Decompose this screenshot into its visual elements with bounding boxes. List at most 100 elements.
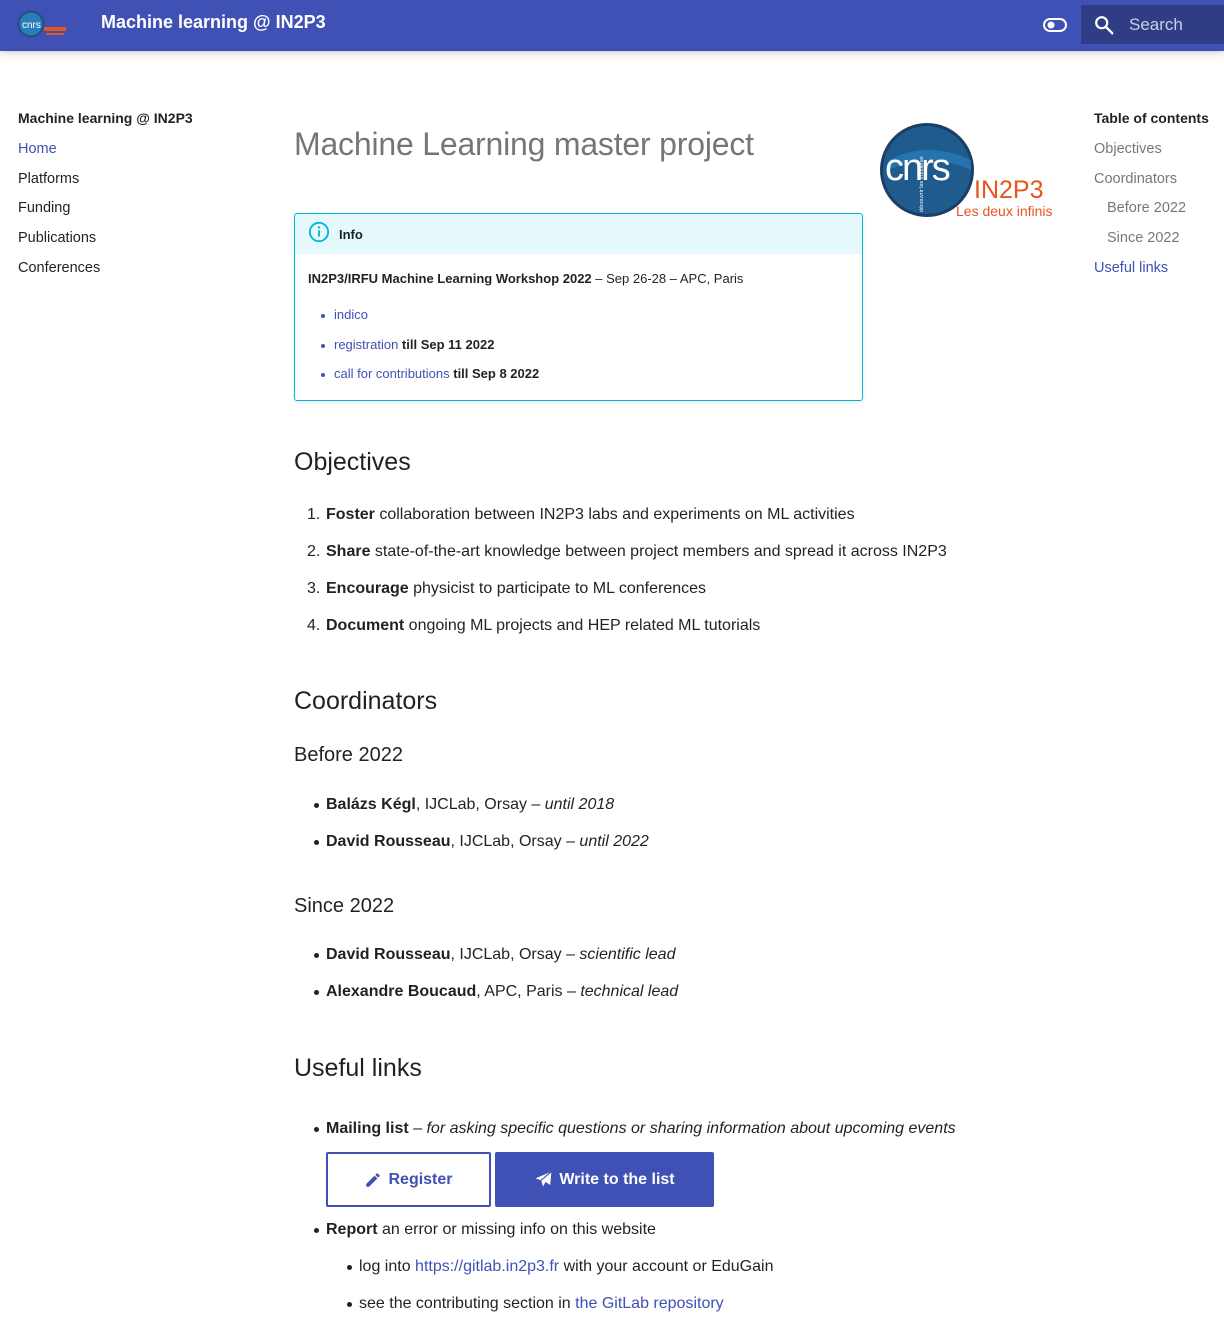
- site-title[interactable]: Machine learning @ IN2P3: [101, 12, 326, 33]
- workshop-line: IN2P3/IRFU Machine Learning Workshop 202…: [308, 271, 849, 295]
- objective-text: state-of-the-art knowledge between proje…: [370, 543, 947, 560]
- svg-text:découvrir les frontières: découvrir les frontières: [919, 156, 925, 212]
- workshop-name: IN2P3/IRFU Machine Learning Workshop 202…: [308, 271, 592, 286]
- nav-item-home[interactable]: Home: [18, 140, 248, 170]
- since-2022-list: David Rousseau, IJCLab, Orsay – scientif…: [294, 945, 1054, 1019]
- objective-keyword: Share: [326, 543, 371, 560]
- coordinator-item: David Rousseau, IJCLab, Orsay – until 20…: [294, 832, 1054, 869]
- objective-text: ongoing ML projects and HEP related ML t…: [404, 617, 761, 634]
- nav-item-platforms[interactable]: Platforms: [18, 170, 248, 200]
- svg-text:cnrs: cnrs: [885, 147, 950, 189]
- svg-text:IN2P3: IN2P3: [974, 176, 1043, 204]
- coordinator-name: David Rousseau: [326, 833, 451, 850]
- gitlab-link[interactable]: https://gitlab.in2p3.fr: [415, 1258, 559, 1275]
- coordinator-item: Alexandre Boucaud, APC, Paris – technica…: [294, 982, 1054, 1019]
- info-icon: [308, 221, 330, 248]
- toc-item-useful-links[interactable]: Useful links: [1094, 259, 1224, 289]
- subitem-text: log into: [359, 1258, 416, 1275]
- subitem-text: see the contributing section in: [359, 1295, 576, 1312]
- objective-item: 3. Encourage physicist to participate to …: [294, 579, 1054, 616]
- report-subitem: log into https://gitlab.in2p3.fr with yo…: [294, 1257, 1054, 1294]
- admonition-header: Info: [295, 214, 862, 254]
- register-button[interactable]: Register: [326, 1152, 491, 1207]
- contributions-deadline: till Sep 8 2022: [449, 366, 540, 381]
- search-input[interactable]: [1129, 5, 1224, 44]
- nav-item-publications[interactable]: Publications: [18, 229, 248, 259]
- admonition-body: IN2P3/IRFU Machine Learning Workshop 202…: [295, 254, 862, 396]
- objectives-heading: Objectives: [294, 448, 411, 476]
- before-2022-heading: Before 2022: [294, 744, 403, 766]
- objective-item: 2. Share state-of-the-art knowledge betwe…: [294, 542, 1054, 579]
- register-label: Register: [388, 1170, 453, 1188]
- report-list: Report an error or missing info on this …: [294, 1220, 1054, 1331]
- objective-keyword: Foster: [326, 506, 375, 523]
- search-icon: [1093, 14, 1115, 36]
- primary-nav: Machine learning @ IN2P3 Home Platforms …: [18, 110, 248, 288]
- mailing-list-label: Mailing list: [326, 1120, 409, 1137]
- list-item: call for contributions till Sep 8 2022: [321, 366, 849, 396]
- theme-toggle-icon[interactable]: [1041, 14, 1069, 36]
- coordinator-name: Balázs Kégl: [326, 796, 416, 813]
- list-item: indico: [321, 307, 849, 337]
- coordinator-item: David Rousseau, IJCLab, Orsay – scientif…: [294, 945, 1054, 982]
- nav-title: Machine learning @ IN2P3: [18, 110, 193, 126]
- coordinator-affiliation: , IJCLab, Orsay –: [415, 796, 545, 813]
- nav-item-conferences[interactable]: Conferences: [18, 259, 248, 289]
- coordinator-affiliation: , IJCLab, Orsay –: [450, 946, 580, 963]
- top-header: cnrs Machine learning @ IN2P3: [0, 0, 1224, 51]
- objective-keyword: Encourage: [326, 580, 409, 597]
- write-to-list-button[interactable]: Write to the list: [495, 1152, 714, 1207]
- report-text: an error or missing info on this website: [377, 1221, 656, 1238]
- coordinator-role: until 2018: [544, 796, 615, 813]
- paper-plane-icon: [535, 1171, 553, 1187]
- subitem-text: with your account or EduGain: [559, 1258, 774, 1275]
- objectives-list: 1. Foster collaboration between IN2P3 lab…: [294, 505, 1054, 653]
- svg-text:cnrs: cnrs: [22, 20, 41, 31]
- before-2022-list: Balázs Kégl, IJCLab, Orsay – until 2018 …: [294, 795, 1054, 869]
- nav-list: Home Platforms Funding Publications Conf…: [18, 140, 248, 288]
- report-subitem: see the contributing section in the GitL…: [294, 1294, 1054, 1331]
- gitlab-repository-link[interactable]: the GitLab repository: [575, 1295, 724, 1312]
- nav-item-funding[interactable]: Funding: [18, 199, 248, 229]
- useful-links-list: Mailing list – for asking specific quest…: [294, 1119, 1054, 1156]
- objective-text: physicist to participate to ML conferenc…: [408, 580, 707, 597]
- page-title: Machine Learning master project: [294, 126, 754, 162]
- toc-item-since-2022[interactable]: Since 2022: [1094, 229, 1224, 259]
- list-number: 4.: [307, 617, 321, 634]
- coordinator-affiliation: , APC, Paris –: [476, 983, 581, 1000]
- cnrs-logo-mini[interactable]: cnrs: [17, 9, 69, 41]
- since-2022-heading: Since 2022: [294, 895, 395, 917]
- indico-link[interactable]: indico: [334, 307, 368, 322]
- coordinator-name: Alexandre Boucaud: [326, 983, 477, 1000]
- workshop-links: indico registration till Sep 11 2022 cal…: [308, 307, 849, 396]
- coordinator-affiliation: , IJCLab, Orsay –: [450, 833, 580, 850]
- write-label: Write to the list: [559, 1170, 675, 1188]
- dash: –: [408, 1120, 427, 1137]
- info-admonition: Info IN2P3/IRFU Machine Learning Worksho…: [294, 213, 863, 401]
- objective-item: 1. Foster collaboration between IN2P3 lab…: [294, 505, 1054, 542]
- toc-title: Table of contents: [1094, 110, 1209, 126]
- toc-item-coordinators[interactable]: Coordinators: [1094, 170, 1224, 200]
- report-label: Report: [326, 1221, 378, 1238]
- mailing-list-item: Mailing list – for asking specific quest…: [294, 1119, 1054, 1156]
- workshop-detail: – Sep 26-28 – APC, Paris: [591, 271, 744, 286]
- coordinator-role: until 2022: [579, 833, 649, 850]
- table-of-contents: Table of contents Objectives Coordinator…: [1094, 110, 1224, 288]
- cnrs-in2p3-logo: cnrs découvrir les frontières IN2P3 Les …: [879, 120, 1054, 222]
- coordinators-heading: Coordinators: [294, 687, 438, 715]
- mailing-buttons: Register Write to the list: [326, 1152, 714, 1207]
- pencil-icon: [366, 1172, 381, 1187]
- registration-deadline: till Sep 11 2022: [398, 336, 495, 352]
- toc-list: Objectives Coordinators Before 2022 Sinc…: [1094, 140, 1224, 288]
- registration-link[interactable]: registration: [334, 337, 398, 352]
- admonition-label: Info: [339, 226, 363, 242]
- svg-text:Les deux infinis: Les deux infinis: [956, 203, 1053, 219]
- toc-item-objectives[interactable]: Objectives: [1094, 140, 1224, 170]
- coordinator-name: David Rousseau: [326, 946, 451, 963]
- call-for-contributions-link[interactable]: call for contributions: [334, 366, 450, 381]
- list-number: 3.: [307, 580, 321, 597]
- list-number: 2.: [307, 543, 321, 560]
- toc-item-before-2022[interactable]: Before 2022: [1094, 199, 1224, 229]
- search-box[interactable]: [1081, 5, 1224, 44]
- report-item: Report an error or missing info on this …: [294, 1220, 1054, 1257]
